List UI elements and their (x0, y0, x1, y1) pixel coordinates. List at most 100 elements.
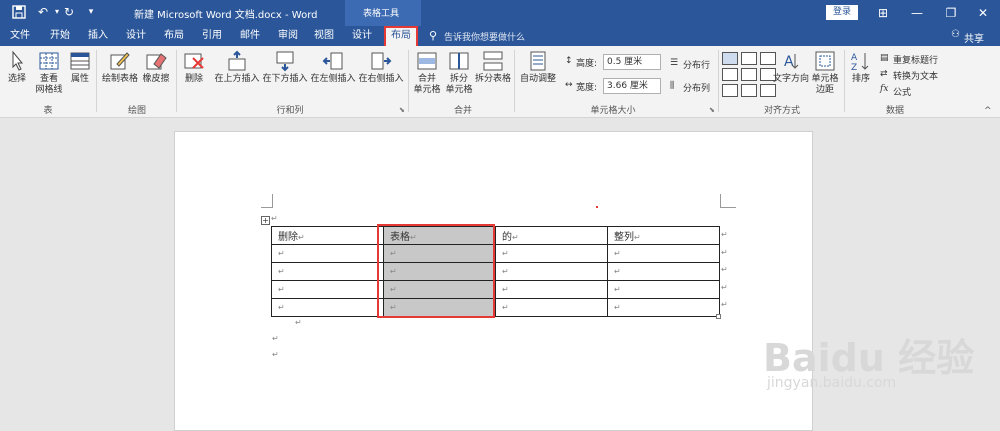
collapse-ribbon-icon[interactable]: ^ (984, 106, 992, 116)
align-bottom-left-icon[interactable] (722, 84, 738, 97)
minimize-icon[interactable]: — (900, 0, 934, 26)
cursor-icon (12, 50, 24, 71)
distribute-columns-button[interactable]: 分布列 (683, 81, 710, 94)
close-icon[interactable]: ✕ (966, 0, 1000, 26)
tab-layout[interactable]: 布局 (160, 26, 188, 46)
tab-insert[interactable]: 插入 (84, 26, 112, 46)
paragraph-mark: ↵ (614, 285, 621, 294)
group-label-data: 数据 (885, 106, 904, 116)
table-cell[interactable]: ↵ (495, 244, 608, 263)
delete-table-icon (184, 53, 204, 69)
restore-icon[interactable]: ❐ (934, 0, 968, 26)
table-cell[interactable]: 的↵ (495, 226, 608, 245)
distribute-rows-button[interactable]: 分布行 (683, 58, 710, 71)
table-cell[interactable]: ↵ (495, 298, 608, 317)
split-cells-button[interactable]: 拆分 单元格 (444, 50, 474, 96)
insert-right-label: 在右侧插入 (358, 74, 404, 84)
draw-table-button[interactable]: 绘制表格 (100, 50, 140, 85)
eraser-button[interactable]: 橡皮擦 (140, 50, 172, 85)
table-cell[interactable]: 整列↵ (607, 226, 720, 245)
text-direction-button[interactable]: A 文字方向 (772, 50, 810, 85)
autofit-button[interactable]: 自动调整 (518, 50, 558, 85)
customize-qat-icon[interactable]: ▾ (84, 5, 98, 19)
table-move-handle-icon[interactable]: + (261, 216, 270, 225)
watermark-brand: Baidu 经验 (763, 336, 975, 380)
table-cell[interactable]: ↵ (495, 262, 608, 281)
tab-home[interactable]: 开始 (46, 26, 74, 46)
tab-file[interactable]: 文件 (6, 26, 34, 46)
table-cell[interactable]: ↵ (271, 262, 384, 281)
draw-table-label: 绘制表格 (101, 74, 138, 84)
red-dot (596, 206, 598, 208)
tab-table-design[interactable]: 设计 (348, 26, 376, 46)
table-cell[interactable]: ↵ (271, 280, 384, 299)
insert-right-button[interactable]: 在右侧插入 (358, 50, 404, 85)
tab-review[interactable]: 审阅 (274, 26, 302, 46)
document-page[interactable]: + ↵ 删除↵ 表格↵ 的↵ 整列↵ ↵ ↵ ↵ ↵ ↵ ↵ ↵ ↵ ↵ ↵ ↵ ↵ ↵ ↵ ↵ ↵ ↵ ↵ ↵ Ba… (174, 131, 974, 431)
table-cell[interactable]: ↵ (607, 244, 720, 263)
dialog-launcher-icon[interactable]: ⬊ (709, 106, 715, 114)
tell-me-input[interactable]: 告诉我你想要做什么 (444, 30, 525, 43)
table-resize-handle[interactable] (716, 314, 721, 319)
table-row[interactable]: ↵ ↵ ↵ ↵ (271, 298, 720, 317)
table-cell[interactable]: ↵ (271, 244, 384, 263)
table-row[interactable]: ↵ ↵ ↵ ↵ (271, 262, 720, 281)
repeat-header-rows-button[interactable]: 重复标题行 (893, 53, 938, 66)
merge-cells-button[interactable]: 合并 单元格 (412, 50, 442, 96)
save-icon[interactable] (12, 5, 26, 19)
insert-below-button[interactable]: 在下方插入 (262, 50, 308, 85)
table-cell[interactable]: ↵ (607, 262, 720, 281)
table-row[interactable]: ↵ ↵ ↵ ↵ (271, 244, 720, 263)
paragraph-mark: ↵ (295, 318, 302, 327)
table-cell[interactable]: ↵ (607, 280, 720, 299)
cell-margins-button[interactable]: 单元格 边距 (810, 50, 840, 96)
tab-table-layout[interactable]: 布局 (384, 26, 418, 46)
delete-label: 删除 (184, 74, 203, 84)
insert-left-button[interactable]: 在左侧插入 (310, 50, 356, 85)
delete-button[interactable]: 删除 (180, 50, 208, 85)
document-table[interactable]: 删除↵ 表格↵ 的↵ 整列↵ ↵ ↵ ↵ ↵ ↵ ↵ ↵ ↵ ↵ ↵ ↵ ↵ ↵ ↵ ↵ ↵ (271, 226, 720, 317)
group-divider (408, 50, 409, 112)
tab-design[interactable]: 设计 (122, 26, 150, 46)
table-cell[interactable]: ↵ (271, 298, 384, 317)
split-table-button[interactable]: 拆分表格 (474, 50, 512, 85)
height-input[interactable]: 0.5 厘米 (603, 54, 661, 70)
align-top-center-icon[interactable] (741, 52, 757, 65)
select-button[interactable]: 选择 (4, 50, 30, 85)
align-top-left-icon[interactable] (722, 52, 738, 65)
redo-icon[interactable]: ↻ (62, 5, 76, 19)
text-direction-label: 文字方向 (772, 74, 809, 84)
cell-margins-icon (815, 51, 835, 71)
table-row[interactable]: 删除↵ 表格↵ 的↵ 整列↵ (271, 226, 720, 245)
table-cell[interactable]: ↵ (495, 280, 608, 299)
tab-view[interactable]: 视图 (310, 26, 338, 46)
distribute-rows-icon: ☰ (670, 58, 679, 68)
cell-text: 整列 (614, 232, 634, 243)
convert-to-text-button[interactable]: 转换为文本 (893, 69, 938, 82)
share-icon[interactable]: ⚇ (951, 29, 960, 40)
table-cell[interactable]: 删除↵ (271, 226, 384, 245)
ribbon-display-options-icon[interactable]: ⊞ (866, 0, 900, 26)
width-input[interactable]: 3.66 厘米 (603, 78, 661, 94)
align-bottom-right-icon[interactable] (760, 84, 776, 97)
lightbulb-search-icon[interactable]: ⚲ (429, 29, 437, 42)
share-button[interactable]: 共享 (964, 30, 984, 45)
tab-references[interactable]: 引用 (198, 26, 226, 46)
insert-right-icon (371, 52, 392, 70)
dialog-launcher-icon[interactable]: ⬊ (399, 106, 405, 114)
undo-icon[interactable]: ↶ (36, 5, 50, 19)
formula-button[interactable]: 公式 (893, 85, 911, 98)
sort-button[interactable]: AZ 排序 (848, 50, 874, 85)
insert-above-button[interactable]: 在上方插入 (214, 50, 260, 85)
login-button[interactable]: 登录 (826, 5, 858, 20)
table-cell[interactable]: ↵ (607, 298, 720, 317)
sort-icon: AZ (851, 53, 869, 72)
table-row[interactable]: ↵ ↵ ↵ ↵ (271, 280, 720, 299)
align-bottom-center-icon[interactable] (741, 84, 757, 97)
align-center-icon[interactable] (741, 68, 757, 81)
view-gridlines-button[interactable]: 查看 网格线 (32, 50, 66, 96)
align-middle-left-icon[interactable] (722, 68, 738, 81)
tab-mailings[interactable]: 邮件 (236, 26, 264, 46)
properties-button[interactable]: 属性 (68, 50, 92, 85)
context-tool-header: 表格工具 (345, 0, 421, 26)
